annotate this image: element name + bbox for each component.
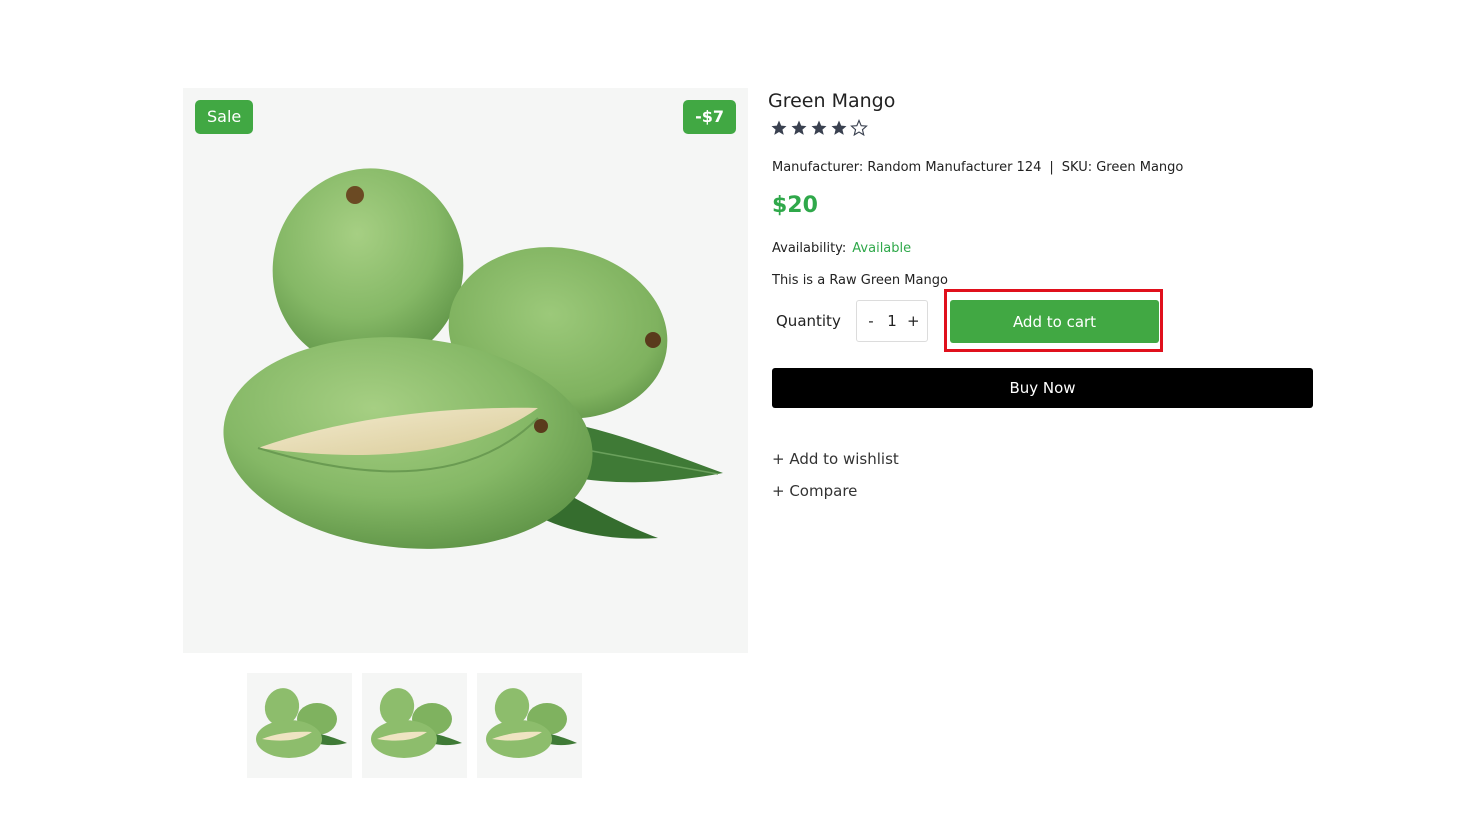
sku-text: SKU: Green Mango [1061,160,1184,175]
star-filled-icon [771,120,787,135]
rating-stars [770,119,868,137]
add-to-wishlist-link[interactable]: + Add to wishlist [772,450,899,468]
mango-image [223,168,723,549]
mango-thumbnail-icon [486,688,577,758]
add-to-cart-button[interactable]: Add to cart [950,300,1159,343]
availability-value: Available [852,241,912,256]
quantity-increment-button[interactable]: + [907,312,920,330]
mango-thumbnail-icon [256,688,347,758]
mango-thumbnail-icon [371,688,462,758]
product-title: Green Mango [768,90,896,112]
availability-label: Availability: [772,241,847,256]
quantity-decrement-button[interactable]: - [865,312,877,330]
discount-badge: -$7 [683,100,736,134]
quantity-label: Quantity [776,312,841,330]
quantity-input[interactable]: 1 [887,312,897,330]
star-filled-icon [831,120,847,135]
quantity-stepper: - 1 + [856,300,928,342]
star-empty-icon [850,119,868,137]
availability: Availability: Available [772,241,911,256]
star-filled-icon [811,120,827,135]
product-meta: Manufacturer: Random Manufacturer 124 | SK… [772,160,1183,175]
meta-separator: | [1049,160,1054,175]
manufacturer-text: Manufacturer: Random Manufacturer 124 [772,160,1042,175]
product-description: This is a Raw Green Mango [772,273,948,288]
thumbnail-3[interactable] [477,673,582,778]
thumbnail-1[interactable] [247,673,352,778]
thumbnail-list [247,673,582,778]
compare-link[interactable]: + Compare [772,482,857,500]
product-main-image[interactable]: Sale -$7 [183,88,748,653]
sale-badge: Sale [195,100,254,134]
buy-now-button[interactable]: Buy Now [772,368,1313,408]
product-price: $20 [772,193,818,218]
thumbnail-2[interactable] [362,673,467,778]
star-filled-icon [791,120,807,135]
